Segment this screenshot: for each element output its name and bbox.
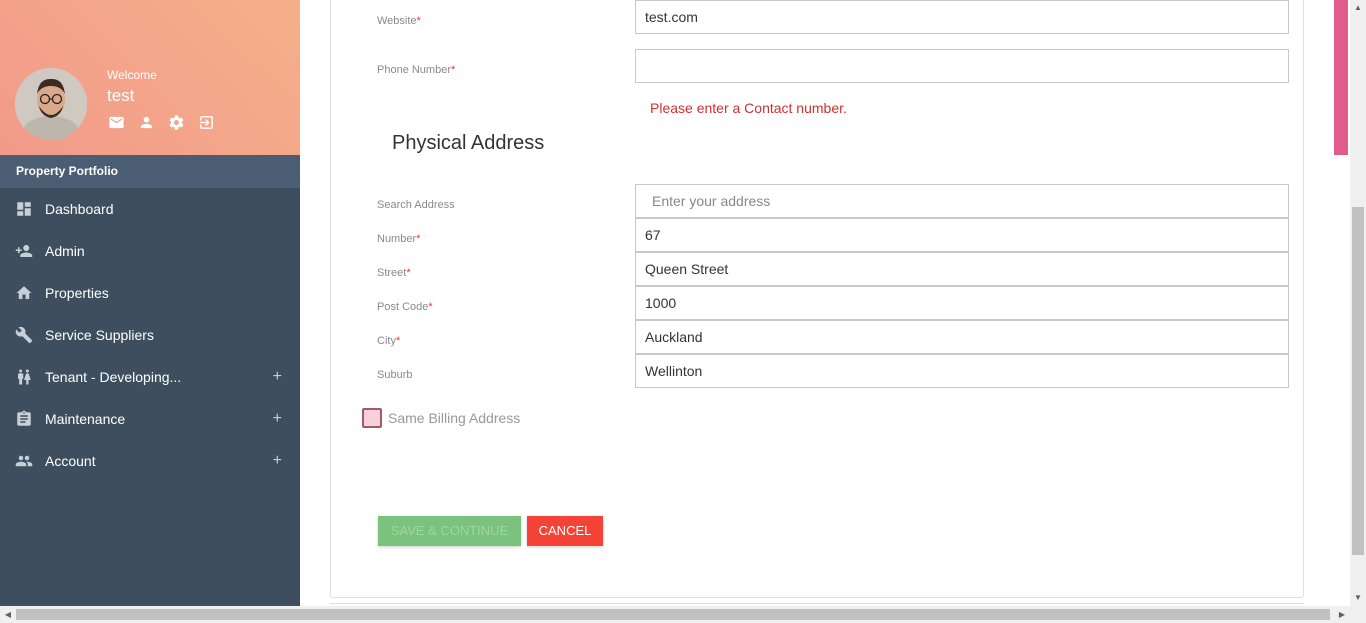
sidebar-item-label: Admin — [45, 243, 85, 259]
sidebar-item-label: Properties — [45, 285, 109, 301]
welcome-text: Welcome — [107, 68, 157, 82]
sidebar-item-service-suppliers[interactable]: Service Suppliers — [0, 314, 300, 356]
dashboard-icon — [15, 200, 33, 218]
horizontal-scrollbar[interactable]: ◀ ▶ — [0, 606, 1366, 623]
sidebar-item-label: Account — [45, 453, 96, 469]
scroll-right-icon[interactable]: ▶ — [1334, 606, 1350, 623]
person-icon[interactable] — [138, 114, 155, 131]
profile-panel: Welcome test — [0, 0, 300, 155]
street-field[interactable]: Queen Street — [635, 252, 1289, 286]
expand-icon[interactable]: + — [273, 368, 282, 386]
suburb-field[interactable]: Wellinton — [635, 354, 1289, 388]
avatar[interactable] — [15, 68, 87, 140]
city-field[interactable]: Auckland — [635, 320, 1289, 354]
vertical-scrollbar[interactable]: ▲ ▼ — [1350, 0, 1366, 606]
home-icon — [15, 284, 33, 302]
people-icon — [15, 368, 33, 386]
main-content: Website* test.com Phone Number* Please e… — [300, 0, 1350, 606]
sidebar-nav: Dashboard Admin Properties Service Suppl… — [0, 188, 300, 482]
sidebar-item-properties[interactable]: Properties — [0, 272, 300, 314]
scroll-left-icon[interactable]: ◀ — [0, 606, 16, 623]
sidebar-item-tenant[interactable]: Tenant - Developing... + — [0, 356, 300, 398]
physical-address-heading: Physical Address — [392, 132, 545, 154]
sidebar-item-label: Tenant - Developing... — [45, 369, 182, 385]
phone-field[interactable] — [635, 49, 1289, 83]
city-label: City* — [377, 335, 401, 347]
form-card: Website* test.com Phone Number* Please e… — [330, 0, 1304, 598]
vertical-scroll-thumb[interactable] — [1352, 207, 1364, 555]
horizontal-scroll-thumb[interactable] — [16, 609, 1330, 620]
wrench-icon — [15, 326, 33, 344]
settings-icon[interactable] — [168, 114, 185, 131]
post-code-field[interactable]: 1000 — [635, 286, 1289, 320]
post-code-label: Post Code* — [377, 301, 433, 313]
suburb-label: Suburb — [377, 369, 413, 381]
sidebar-item-dashboard[interactable]: Dashboard — [0, 188, 300, 230]
number-field[interactable]: 67 — [635, 218, 1289, 252]
group-icon — [15, 452, 33, 470]
street-label: Street* — [377, 267, 411, 279]
same-billing-label[interactable]: Same Billing Address — [388, 410, 520, 426]
username: test — [107, 86, 135, 105]
number-label: Number* — [377, 233, 421, 245]
clipboard-icon — [15, 410, 33, 428]
accent-strip — [1334, 0, 1348, 155]
search-address-input[interactable]: Enter your address — [635, 184, 1289, 218]
phone-error-message: Please enter a Contact number. — [650, 100, 847, 116]
phone-label: Phone Number* — [377, 64, 456, 76]
sidebar-item-label: Maintenance — [45, 411, 126, 427]
scroll-down-icon[interactable]: ▼ — [1350, 590, 1366, 606]
website-label: Website* — [377, 15, 421, 27]
logout-icon[interactable] — [198, 114, 215, 131]
mail-icon[interactable] — [108, 114, 125, 131]
sidebar-item-admin[interactable]: Admin — [0, 230, 300, 272]
expand-icon[interactable]: + — [273, 410, 282, 428]
sidebar-item-maintenance[interactable]: Maintenance + — [0, 398, 300, 440]
section-title: Property Portfolio — [0, 155, 300, 188]
profile-actions — [108, 114, 215, 131]
person-add-icon — [15, 242, 33, 260]
cancel-button[interactable]: CANCEL — [527, 516, 603, 546]
sidebar: Welcome test Property Portfolio Dashboar… — [0, 0, 300, 606]
expand-icon[interactable]: + — [273, 452, 282, 470]
sidebar-item-account[interactable]: Account + — [0, 440, 300, 482]
scroll-up-icon[interactable]: ▲ — [1350, 0, 1366, 16]
sidebar-item-label: Dashboard — [45, 201, 114, 217]
website-field[interactable]: test.com — [635, 0, 1289, 34]
save-continue-button[interactable]: SAVE & CONTINUE — [378, 516, 521, 546]
same-billing-checkbox[interactable] — [362, 408, 382, 428]
sidebar-item-label: Service Suppliers — [45, 327, 154, 343]
search-address-label: Search Address — [377, 199, 455, 211]
